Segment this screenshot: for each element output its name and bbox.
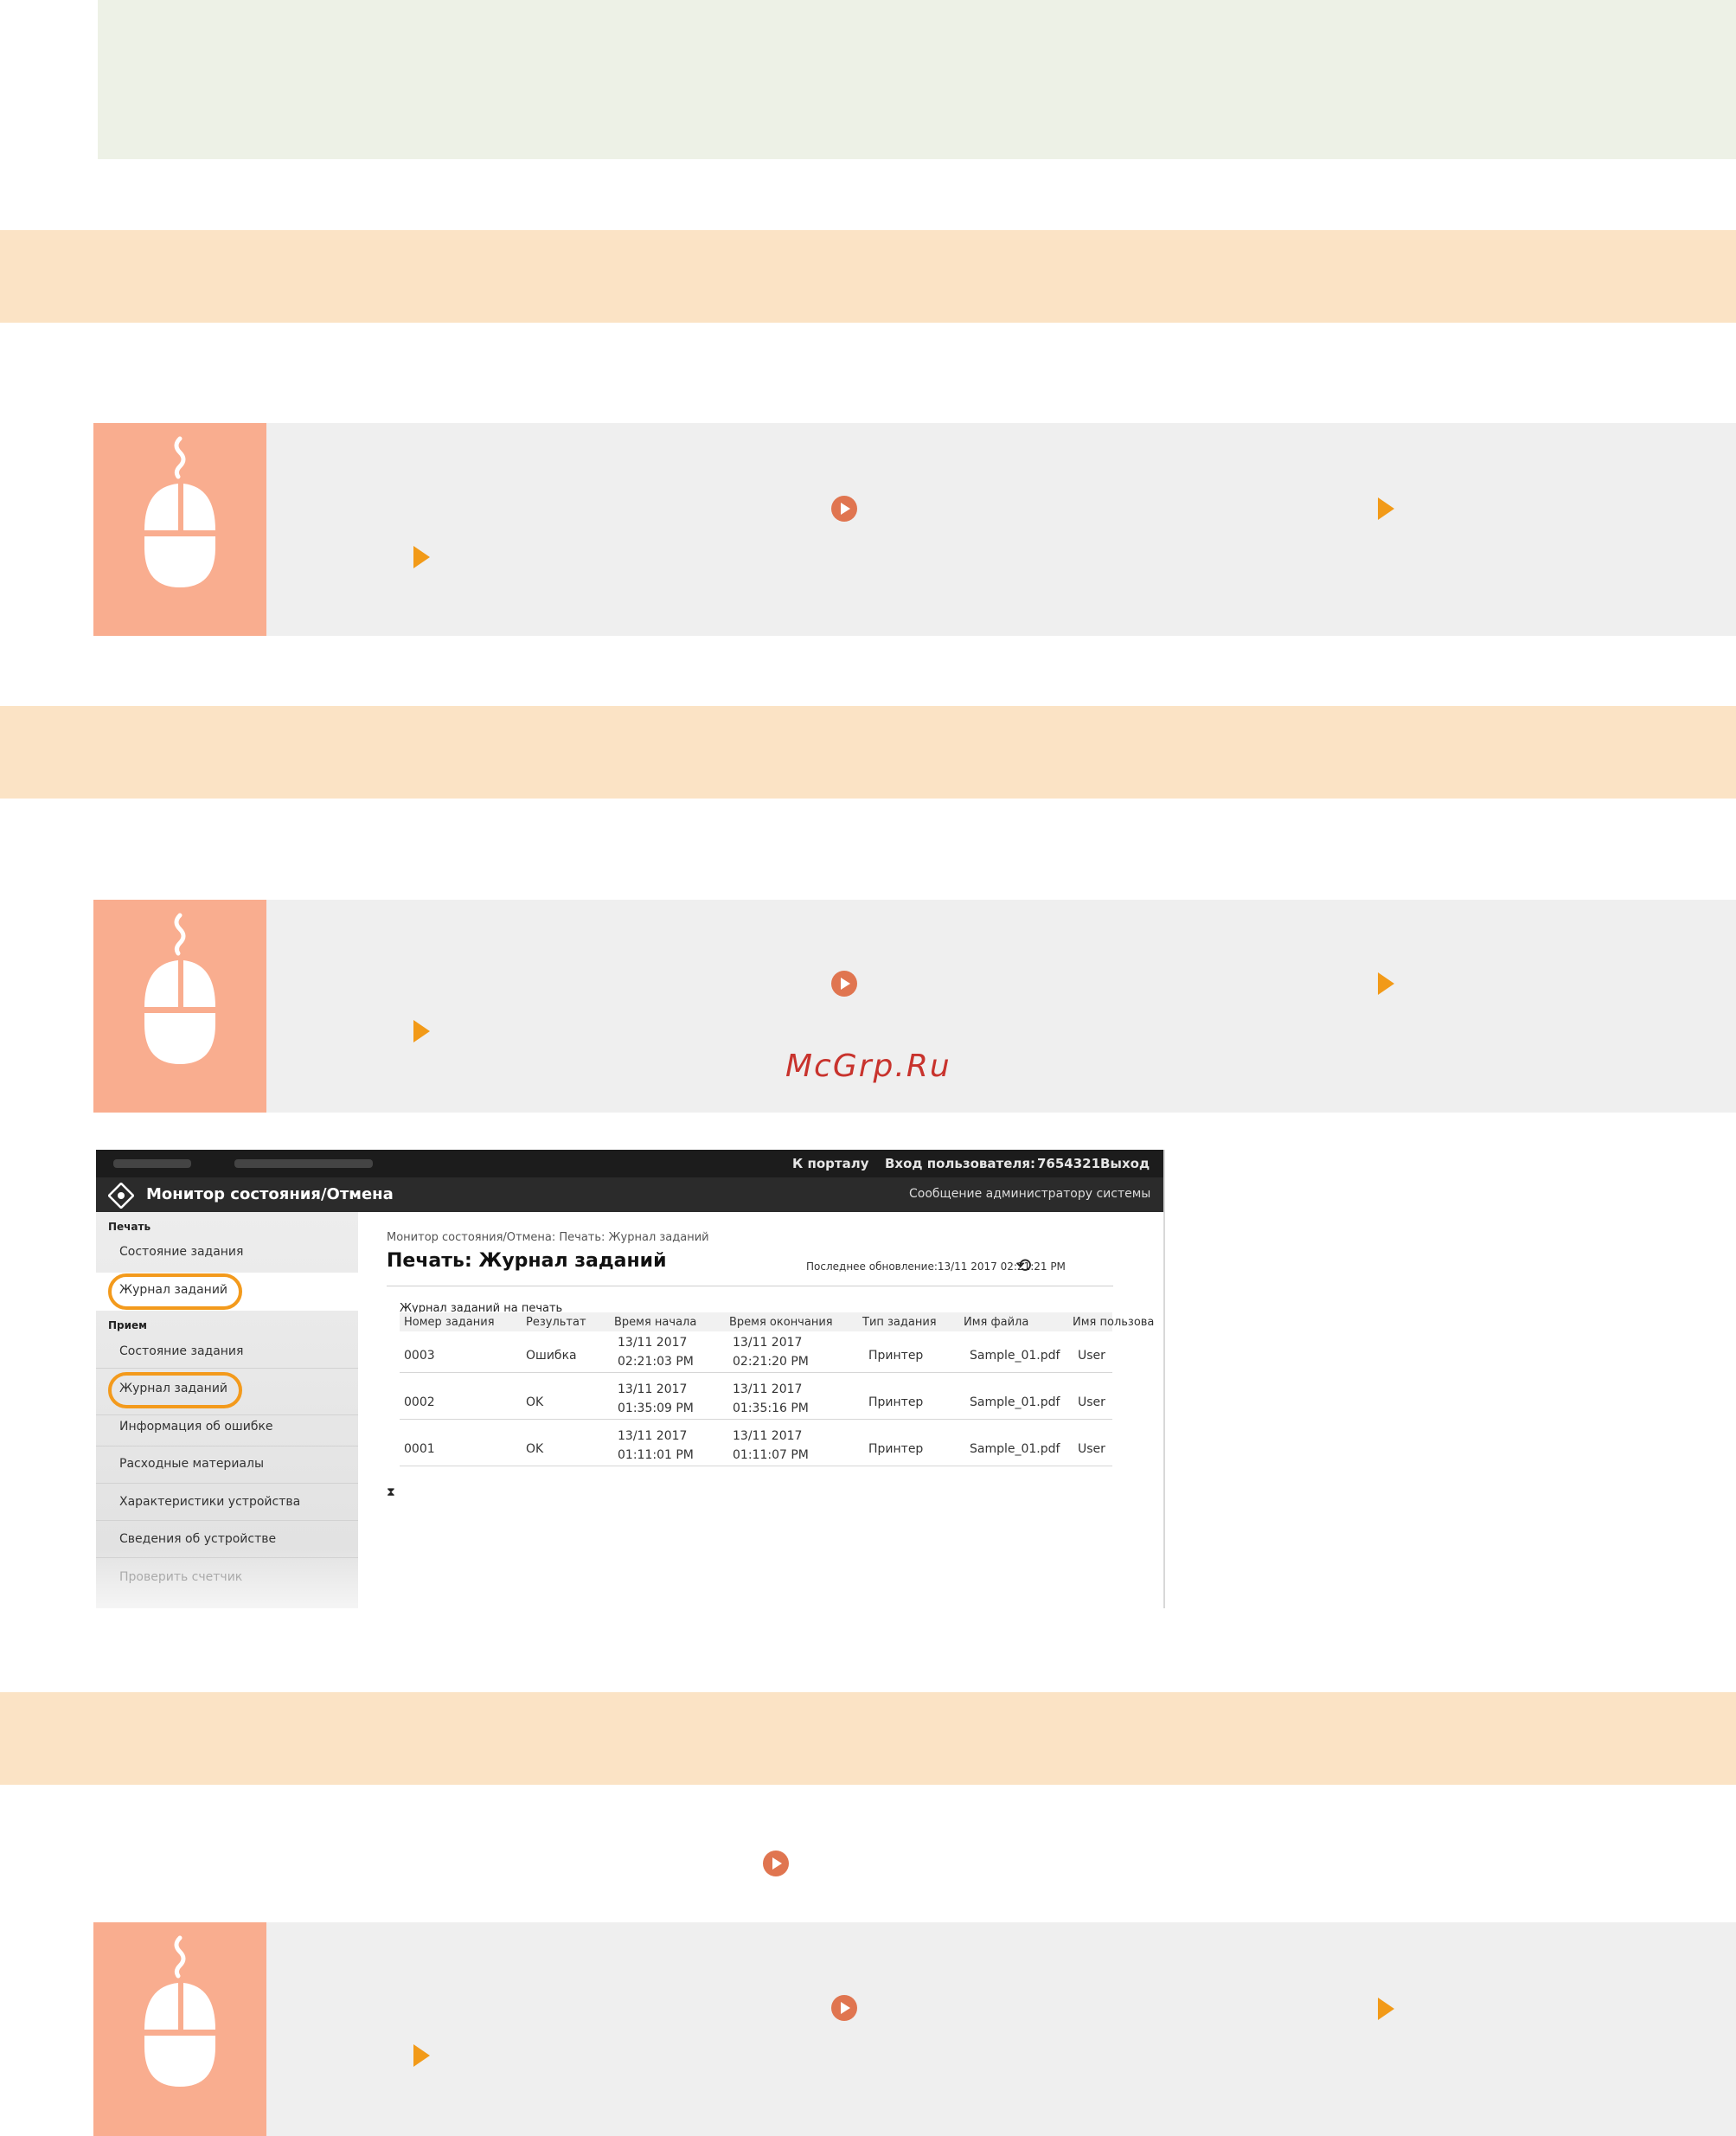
- column-header: Имя файла: [964, 1316, 1029, 1329]
- column-header: Время начала: [614, 1316, 697, 1329]
- instruction-panel: [93, 1922, 1736, 2136]
- user-id: 7654321: [1037, 1156, 1101, 1171]
- mouse-tile: [93, 1922, 266, 2136]
- sidebar-item-device-info[interactable]: Сведения об устройстве: [119, 1532, 276, 1546]
- column-header: Результат: [526, 1316, 586, 1329]
- orange-triangle-icon: [413, 1020, 430, 1042]
- orange-triangle-icon: [413, 546, 430, 568]
- cell-job-type: Принтер: [868, 1395, 924, 1409]
- section-heading-band: [0, 706, 1736, 799]
- cell-result: OK: [526, 1442, 544, 1456]
- portal-link[interactable]: К порталу: [792, 1156, 868, 1171]
- cell-file-name: Sample_01.pdf: [970, 1349, 1060, 1363]
- orange-triangle-icon: [1378, 1998, 1394, 2020]
- divider: [96, 1368, 358, 1369]
- collapse-icon[interactable]: ⧗: [387, 1485, 395, 1499]
- sidebar-group-receive: Прием: [108, 1319, 147, 1331]
- cell-file-name: Sample_01.pdf: [970, 1395, 1060, 1409]
- sidebar-item-device-features[interactable]: Характеристики устройства: [119, 1495, 300, 1509]
- sidebar-item-error-info[interactable]: Информация об ошибке: [119, 1420, 273, 1434]
- column-header: Тип задания: [862, 1316, 937, 1329]
- orange-triangle-icon: [413, 2044, 430, 2067]
- cell-file-name: Sample_01.pdf: [970, 1442, 1060, 1456]
- sidebar-group-print: Печать: [108, 1221, 151, 1233]
- logout-link[interactable]: Выход: [1100, 1156, 1150, 1171]
- mouse-tile: [93, 900, 266, 1113]
- column-header: Время окончания: [729, 1316, 833, 1329]
- orange-triangle-icon: [1378, 497, 1394, 520]
- mouse-icon: [144, 436, 215, 587]
- login-label: Вход пользователя:: [885, 1156, 1036, 1171]
- breadcrumb: Монитор состояния/Отмена: Печать: Журнал…: [387, 1231, 709, 1244]
- mouse-tile: [93, 423, 266, 636]
- cell-job-type: Принтер: [868, 1442, 924, 1456]
- cell-user-name: User: [1078, 1442, 1105, 1456]
- cell-job-id: 0002: [404, 1395, 435, 1409]
- divider: [96, 1520, 358, 1521]
- cell-start-time: 13/11 2017 02:21:03 PM: [618, 1336, 694, 1369]
- cell-start-time: 13/11 2017 01:35:09 PM: [618, 1382, 694, 1415]
- page-title: Печать: Журнал заданий: [387, 1250, 667, 1272]
- instruction-panel: [93, 423, 1736, 636]
- sidebar-item-job-log[interactable]: Журнал заданий: [119, 1283, 227, 1297]
- section-heading-band: [0, 230, 1736, 323]
- app-logo-icon: [108, 1183, 134, 1209]
- orange-triangle-icon: [1378, 972, 1394, 995]
- divider: [96, 1483, 358, 1484]
- sidebar: Печать Состояние задания Журнал заданий …: [96, 1212, 358, 1608]
- blurred-text: [113, 1159, 191, 1168]
- sidebar-item-check-counter[interactable]: Проверить счетчик: [119, 1570, 242, 1584]
- cell-user-name: User: [1078, 1349, 1105, 1363]
- section-heading-band: [0, 1692, 1736, 1785]
- cell-end-time: 13/11 2017 01:35:16 PM: [733, 1382, 809, 1415]
- refresh-icon[interactable]: ⟲: [1015, 1255, 1031, 1277]
- ui-screenshot: К порталу Вход пользователя: 7654321 Вых…: [96, 1150, 1165, 1608]
- mouse-icon: [144, 1935, 215, 2087]
- cell-start-time: 13/11 2017 01:11:01 PM: [618, 1429, 694, 1462]
- cell-result: Ошибка: [526, 1349, 577, 1363]
- sidebar-item-receive-status[interactable]: Состояние задания: [119, 1344, 243, 1358]
- cell-result: OK: [526, 1395, 544, 1409]
- cell-job-id: 0001: [404, 1442, 435, 1456]
- column-header: Имя пользова: [1073, 1316, 1155, 1329]
- divider: [96, 1557, 358, 1558]
- mouse-icon: [144, 913, 215, 1064]
- cell-end-time: 13/11 2017 01:11:07 PM: [733, 1429, 809, 1462]
- row-divider: [400, 1419, 1112, 1420]
- cell-job-id: 0003: [404, 1349, 435, 1363]
- app-title: Монитор состояния/Отмена: [146, 1185, 394, 1203]
- row-divider: [400, 1372, 1112, 1373]
- circle-arrow-link-icon[interactable]: [763, 1851, 789, 1876]
- circle-arrow-link-icon[interactable]: [831, 496, 857, 522]
- cell-job-type: Принтер: [868, 1349, 924, 1363]
- top-bar: К порталу Вход пользователя: 7654321 Вых…: [96, 1150, 1163, 1177]
- note-box: [98, 0, 1736, 159]
- cell-end-time: 13/11 2017 02:21:20 PM: [733, 1336, 809, 1369]
- blurred-text: [234, 1159, 373, 1168]
- watermark: McGrp.Ru: [785, 1049, 951, 1084]
- circle-arrow-link-icon[interactable]: [831, 1995, 857, 2021]
- sidebar-item-receive-log[interactable]: Журнал заданий: [119, 1382, 227, 1395]
- sidebar-item-consumables[interactable]: Расходные материалы: [119, 1457, 264, 1471]
- main-content: Монитор состояния/Отмена: Печать: Журнал…: [358, 1212, 1163, 1608]
- app-title-bar: Монитор состояния/Отмена Сообщение админ…: [96, 1177, 1163, 1212]
- cell-user-name: User: [1078, 1395, 1105, 1409]
- admin-message-link[interactable]: Сообщение администратору системы: [909, 1187, 1150, 1201]
- divider: [96, 1414, 358, 1415]
- column-header: Номер задания: [404, 1316, 495, 1329]
- sidebar-item-job-status[interactable]: Состояние задания: [119, 1245, 243, 1259]
- circle-arrow-link-icon[interactable]: [831, 971, 857, 997]
